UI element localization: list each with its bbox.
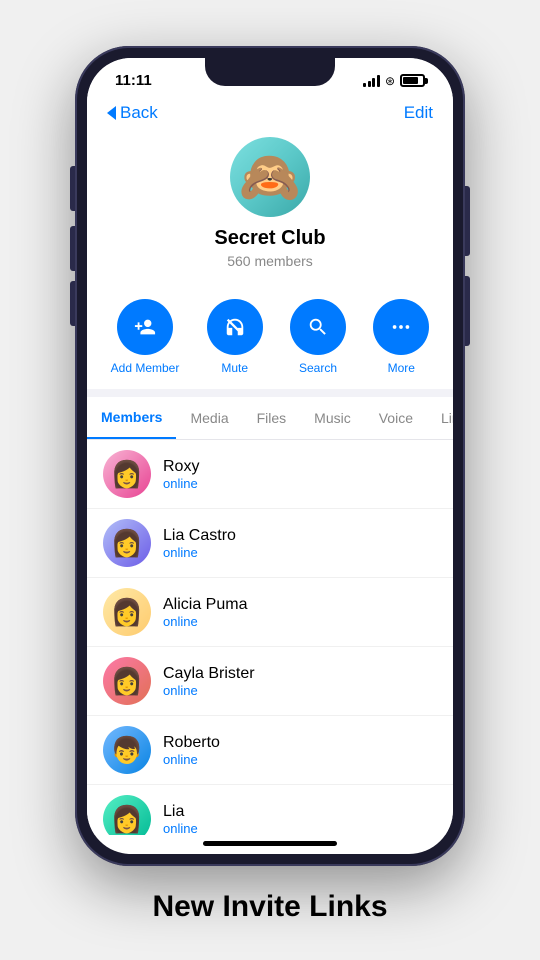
search-icon [290, 299, 346, 355]
avatar: 👩 [103, 795, 151, 835]
nav-bar: Back Edit [87, 95, 453, 129]
member-status: online [163, 545, 236, 560]
signal-icon [363, 75, 380, 87]
member-row[interactable]: 👦 Roberto online [87, 716, 453, 785]
action-add-member[interactable]: Add Member [111, 299, 180, 375]
member-status: online [163, 752, 220, 767]
status-icons: ⊛ [363, 74, 425, 88]
chevron-left-icon [107, 106, 116, 120]
battery-icon [400, 74, 425, 87]
avatar: 👦 [103, 726, 151, 774]
add-member-icon [117, 299, 173, 355]
member-row[interactable]: 👩 Alicia Puma online [87, 578, 453, 647]
member-row[interactable]: 👩 Lia Castro online [87, 509, 453, 578]
members-list: 👩 Roxy online 👩 Lia Castro online 👩 [87, 440, 453, 835]
member-info: Roxy online [163, 458, 199, 491]
member-name: Roberto [163, 734, 220, 752]
member-info: Cayla Brister online [163, 665, 255, 698]
member-status: online [163, 821, 198, 836]
tab-media[interactable]: Media [176, 398, 242, 438]
member-row[interactable]: 👩 Lia online [87, 785, 453, 835]
actions-row: Add Member Mute Search [87, 285, 453, 389]
avatar: 👩 [103, 588, 151, 636]
phone-screen: 11:11 ⊛ Back Edit [87, 58, 453, 854]
status-time: 11:11 [115, 72, 152, 89]
tab-music[interactable]: Music [300, 398, 365, 438]
member-name: Cayla Brister [163, 665, 255, 683]
home-indicator [203, 841, 337, 846]
mute-label: Mute [221, 361, 248, 375]
member-name: Alicia Puma [163, 596, 247, 614]
avatar: 👩 [103, 450, 151, 498]
member-name: Roxy [163, 458, 199, 476]
member-status: online [163, 476, 199, 491]
group-header: 🙈 Secret Club 560 members [87, 129, 453, 285]
page-caption: New Invite Links [132, 866, 407, 944]
more-icon [373, 299, 429, 355]
more-label: More [388, 361, 415, 375]
member-name: Lia [163, 803, 198, 821]
member-info: Lia online [163, 803, 198, 836]
member-row[interactable]: 👩 Roxy online [87, 440, 453, 509]
edit-button[interactable]: Edit [404, 103, 433, 123]
member-info: Roberto online [163, 734, 220, 767]
avatar: 👩 [103, 657, 151, 705]
action-search[interactable]: Search [290, 299, 346, 375]
group-avatar: 🙈 [230, 137, 310, 217]
tab-members[interactable]: Members [87, 397, 176, 439]
mute-icon [207, 299, 263, 355]
group-name: Secret Club [214, 227, 325, 250]
member-status: online [163, 683, 255, 698]
action-mute[interactable]: Mute [207, 299, 263, 375]
member-row[interactable]: 👩 Cayla Brister online [87, 647, 453, 716]
tab-files[interactable]: Files [243, 398, 301, 438]
notch [205, 58, 335, 86]
member-info: Lia Castro online [163, 527, 236, 560]
wifi-icon: ⊛ [385, 74, 395, 88]
tab-links[interactable]: Lin… [427, 398, 453, 438]
tabs-row: Members Media Files Music Voice Lin… [87, 397, 453, 440]
search-label: Search [299, 361, 337, 375]
tab-voice[interactable]: Voice [365, 398, 427, 438]
back-button[interactable]: Back [107, 103, 158, 123]
avatar: 👩 [103, 519, 151, 567]
member-name: Lia Castro [163, 527, 236, 545]
section-divider [87, 389, 453, 397]
action-more[interactable]: More [373, 299, 429, 375]
back-label: Back [120, 103, 158, 123]
group-avatar-emoji: 🙈 [239, 148, 301, 207]
member-status: online [163, 614, 247, 629]
add-member-label: Add Member [111, 361, 180, 375]
group-members-count: 560 members [227, 253, 313, 269]
member-info: Alicia Puma online [163, 596, 247, 629]
phone-frame: 11:11 ⊛ Back Edit [75, 46, 465, 866]
